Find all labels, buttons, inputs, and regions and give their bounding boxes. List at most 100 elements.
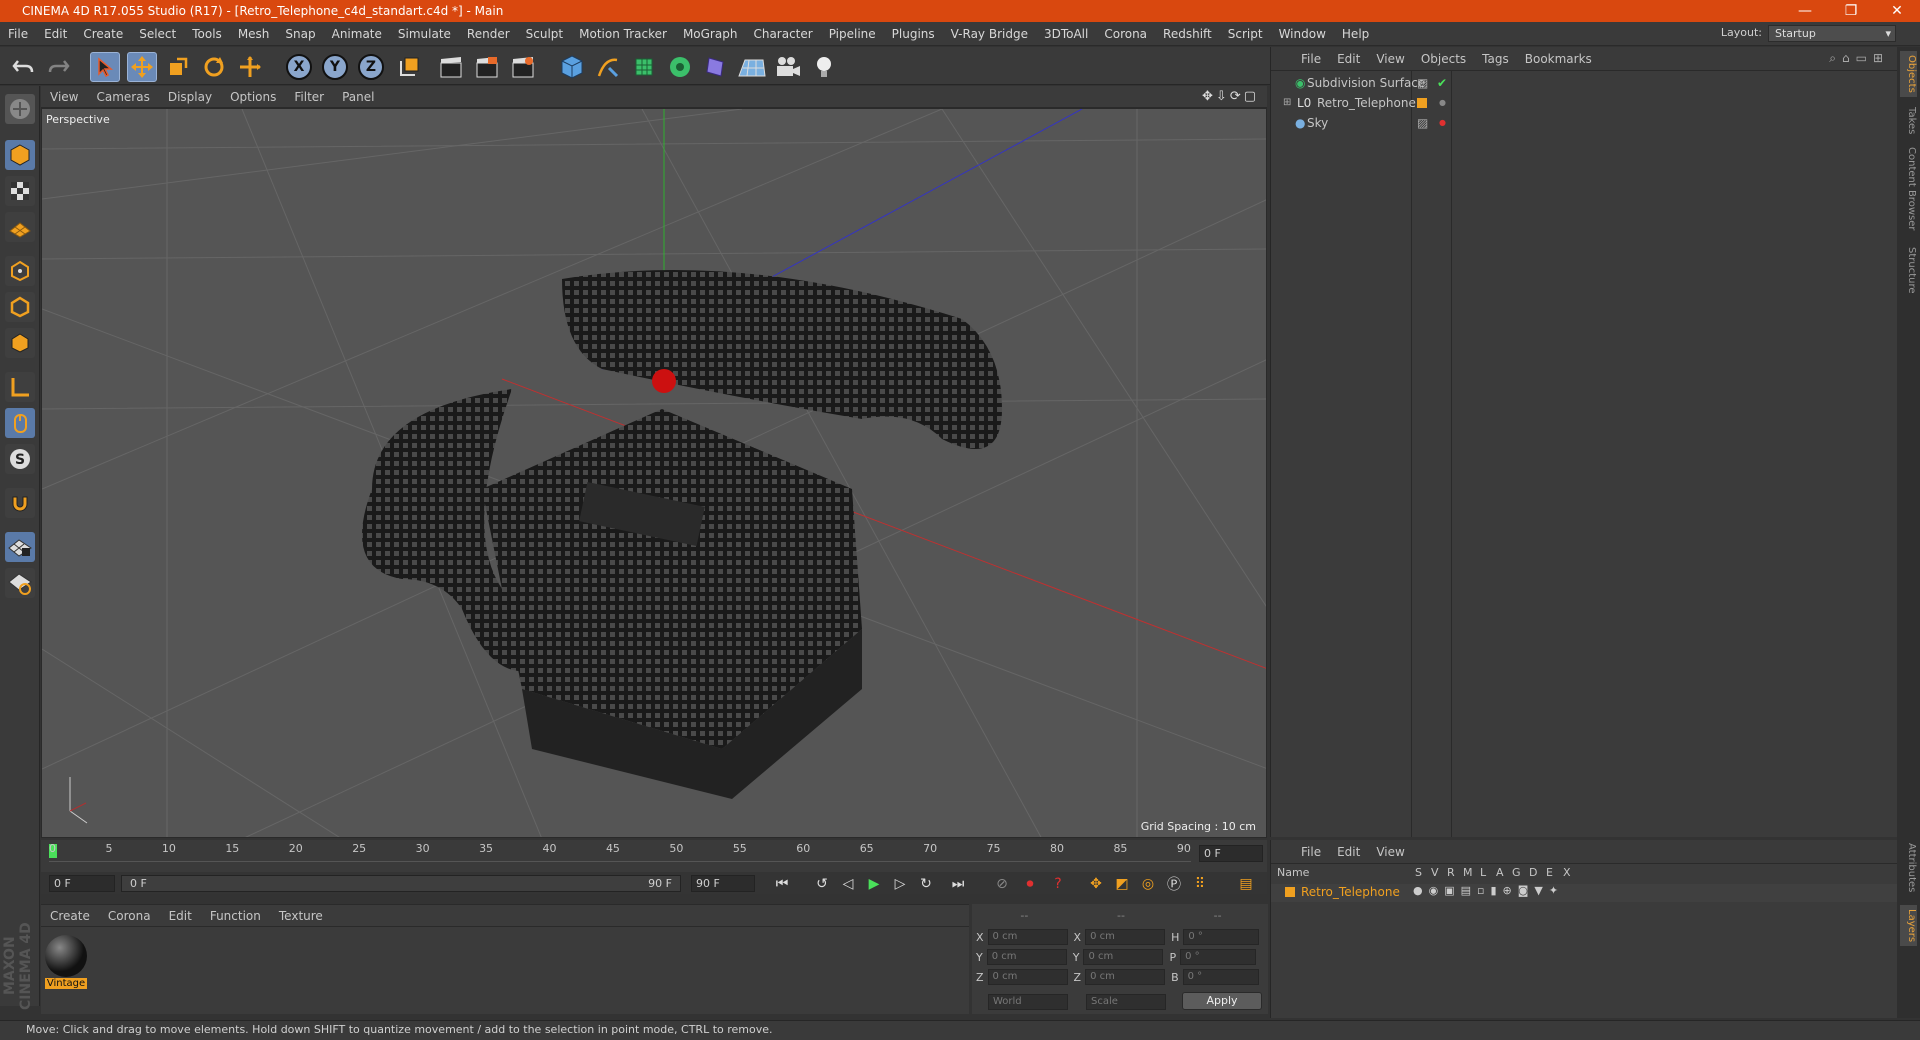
key-scale-button[interactable]: ◩ (1109, 872, 1135, 896)
coordinate-mode-dropdown[interactable]: World (988, 994, 1068, 1010)
material-menu-edit[interactable]: Edit (160, 905, 201, 927)
viewport-menu-view[interactable]: View (41, 86, 87, 108)
y-axis-lock-button[interactable]: Y (322, 54, 348, 80)
planar-workplane-button[interactable] (5, 568, 35, 598)
menu-render[interactable]: Render (459, 22, 518, 46)
object-menu-file[interactable]: File (1293, 47, 1329, 71)
tab-attributes[interactable]: Attributes (1900, 839, 1917, 896)
render-picture-viewer-button[interactable] (472, 52, 502, 82)
layer-menu-edit[interactable]: Edit (1329, 840, 1368, 864)
next-key-button[interactable]: ↻ (913, 872, 939, 896)
layer-tag-icon[interactable]: ▨ (1417, 113, 1428, 133)
menu-3dtoall[interactable]: 3DToAll (1036, 22, 1096, 46)
go-to-start-button[interactable]: ⏮ (769, 872, 795, 896)
layer-menu-view[interactable]: View (1368, 840, 1412, 864)
frame-range-slider[interactable]: 0 F 90 F (121, 875, 681, 892)
render-settings-button[interactable] (508, 52, 538, 82)
menu-help[interactable]: Help (1334, 22, 1377, 46)
key-rotation-button[interactable]: ◎ (1135, 872, 1161, 896)
undo-button[interactable] (8, 52, 38, 82)
menu-script[interactable]: Script (1220, 22, 1271, 46)
object-row[interactable]: ◉ Subdivision Surface ▨ ✔ (1271, 73, 1898, 93)
material-menu-create[interactable]: Create (41, 905, 99, 927)
position-x-field[interactable]: 0 cm (987, 929, 1068, 945)
tab-objects[interactable]: Objects (1900, 51, 1917, 97)
scale-tool-button[interactable] (163, 52, 193, 82)
visibility-dots-icon[interactable]: ● (1439, 93, 1446, 113)
object-manager-search-icons[interactable]: ⌕⌂▭⊞ (1829, 51, 1889, 66)
lock-workplane-button[interactable] (5, 532, 35, 562)
rotation-p-field[interactable]: 0 ° (1180, 949, 1257, 965)
x-axis-lock-button[interactable]: X (286, 54, 312, 80)
axis-mode-button[interactable] (5, 372, 35, 402)
key-pla-button[interactable]: ⠿ (1187, 872, 1213, 896)
workplane-mode-button[interactable] (5, 212, 35, 242)
menu-window[interactable]: Window (1271, 22, 1334, 46)
menu-character[interactable]: Character (745, 22, 820, 46)
tab-layers[interactable]: Layers (1900, 905, 1917, 947)
size-y-field[interactable]: 0 cm (1083, 949, 1164, 965)
menu-vray-bridge[interactable]: V-Ray Bridge (943, 22, 1036, 46)
menu-redshift[interactable]: Redshift (1155, 22, 1220, 46)
current-frame-field[interactable]: 0 F (1199, 845, 1263, 862)
restore-button[interactable]: ❐ (1828, 0, 1874, 22)
menu-create[interactable]: Create (75, 22, 131, 46)
menu-motion-tracker[interactable]: Motion Tracker (571, 22, 675, 46)
end-frame-field[interactable]: 90 F (691, 875, 755, 892)
key-parameter-button[interactable]: Ⓟ (1161, 872, 1187, 896)
size-mode-dropdown[interactable]: Scale (1086, 994, 1166, 1010)
menu-mesh[interactable]: Mesh (230, 22, 278, 46)
timeline-window-button[interactable]: ▤ (1233, 872, 1259, 896)
start-frame-field[interactable]: 0 F (49, 875, 115, 892)
edges-mode-button[interactable] (5, 292, 35, 322)
subdivision-button[interactable] (629, 52, 659, 82)
tweak-mode-button[interactable] (5, 408, 35, 438)
viewport-navigation-icons[interactable]: ✥⇩⟳▢ (1202, 89, 1259, 104)
pen-spline-button[interactable] (593, 52, 623, 82)
points-mode-button[interactable] (5, 256, 35, 286)
redo-button[interactable] (44, 52, 74, 82)
tab-content-browser[interactable]: Content Browser (1900, 143, 1917, 234)
floor-button[interactable] (737, 52, 767, 82)
layer-color-icon[interactable] (1285, 887, 1295, 897)
menu-snap[interactable]: Snap (277, 22, 323, 46)
position-y-field[interactable]: 0 cm (986, 949, 1067, 965)
object-row[interactable]: ⊞ L0 Retro_Telephone ● (1271, 93, 1898, 113)
object-menu-view[interactable]: View (1368, 47, 1412, 71)
menu-mograph[interactable]: MoGraph (675, 22, 746, 46)
apply-button[interactable]: Apply (1182, 992, 1262, 1010)
layer-color-icon[interactable] (1417, 98, 1427, 108)
cloner-button[interactable] (665, 52, 695, 82)
object-menu-edit[interactable]: Edit (1329, 47, 1368, 71)
cube-object-button[interactable] (557, 52, 587, 82)
menu-file[interactable]: File (0, 22, 36, 46)
material-menu-corona[interactable]: Corona (99, 905, 160, 927)
camera-button[interactable] (773, 52, 803, 82)
menu-pipeline[interactable]: Pipeline (821, 22, 884, 46)
menu-edit[interactable]: Edit (36, 22, 75, 46)
material-menu-function[interactable]: Function (201, 905, 270, 927)
timeline-track[interactable]: 0 5 10 15 20 25 30 35 40 45 50 55 60 65 … (49, 842, 1191, 862)
solo-mode-button[interactable]: S (5, 444, 35, 474)
3d-viewport[interactable]: Perspective Grid Spacing : 10 cm (41, 108, 1267, 838)
layout-dropdown[interactable]: Startup ▾ (1768, 25, 1896, 42)
material-menu-texture[interactable]: Texture (270, 905, 332, 927)
menu-tools[interactable]: Tools (184, 22, 230, 46)
next-frame-button[interactable]: ▷ (887, 872, 913, 896)
transform-tool-button[interactable] (235, 52, 265, 82)
keyframe-selection-button[interactable]: ? (1045, 872, 1071, 896)
object-menu-bookmarks[interactable]: Bookmarks (1517, 47, 1600, 71)
key-position-button[interactable]: ✥ (1083, 872, 1109, 896)
size-x-field[interactable]: 0 cm (1085, 929, 1166, 945)
size-z-field[interactable]: 0 cm (1085, 969, 1166, 985)
object-menu-tags[interactable]: Tags (1474, 47, 1517, 71)
go-to-end-button[interactable]: ⏭ (945, 872, 971, 896)
object-pivot-handle[interactable] (652, 369, 676, 393)
layer-row[interactable]: Retro_Telephone ●◉▣▤▫▮⊕◙▼✦ (1271, 884, 1898, 902)
menu-animate[interactable]: Animate (324, 22, 390, 46)
viewport-menu-filter[interactable]: Filter (285, 86, 333, 108)
material-swatch[interactable]: Vintage (45, 935, 87, 991)
layer-toggle-icons[interactable]: ●◉▣▤▫▮⊕◙▼✦ (1413, 884, 1564, 897)
menu-sculpt[interactable]: Sculpt (518, 22, 571, 46)
move-tool-button[interactable] (127, 52, 157, 82)
